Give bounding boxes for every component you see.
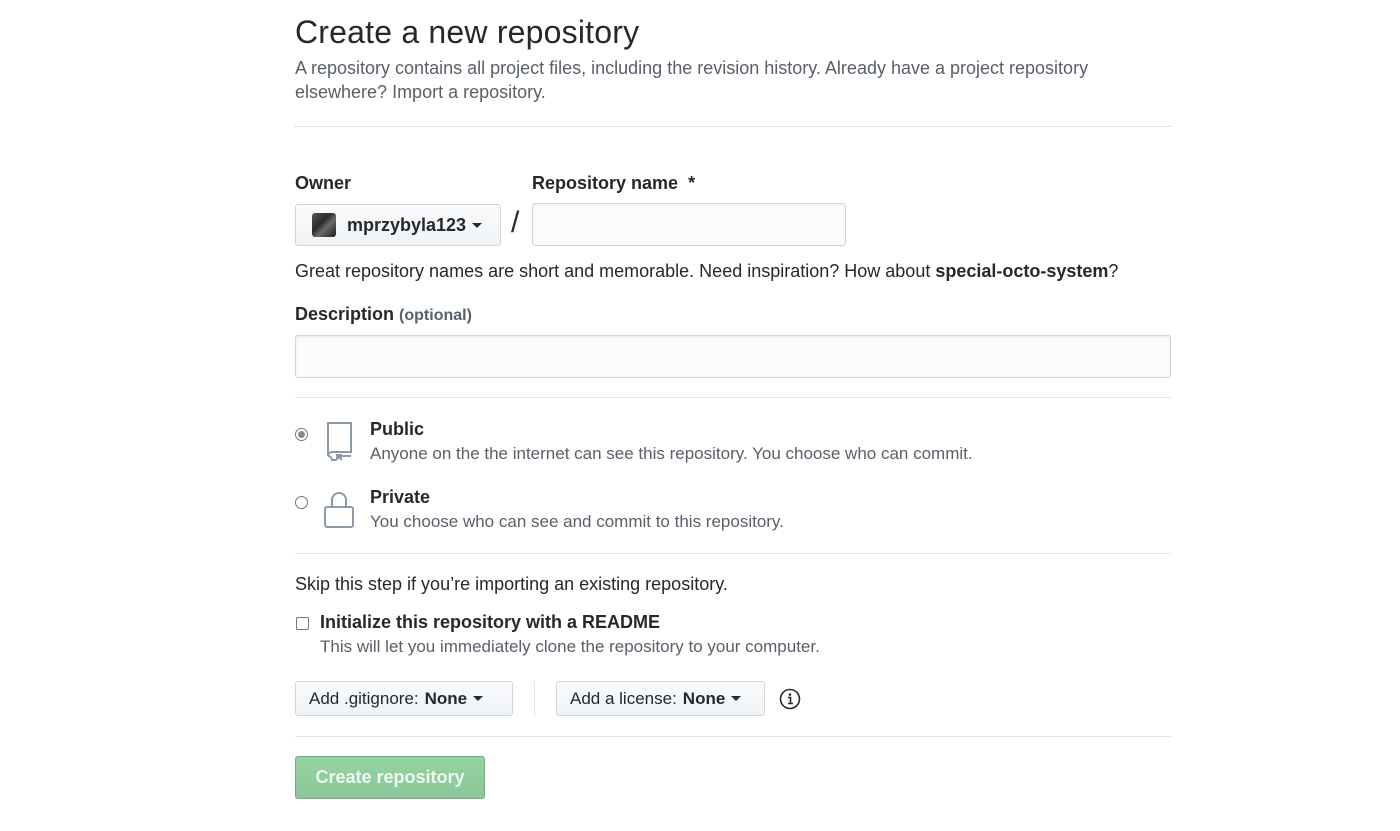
public-title: Public [370,419,425,439]
gitignore-select-button[interactable]: Add .gitignore: None [295,681,513,716]
optional-tag: (optional) [399,307,472,324]
description-line-1: A repository contains all project files,… [295,58,1089,78]
description-label-text: Description [295,304,395,324]
visibility-option-public[interactable]: Public Anyone on the the internet can se… [295,418,1171,478]
repo-book-icon [323,420,355,467]
lock-icon [323,488,355,535]
avatar [312,213,336,237]
create-repository-button[interactable]: Create repository [295,756,485,799]
visibility-divider-top [295,397,1171,398]
chevron-down-icon [731,696,742,701]
readme-title[interactable]: Initialize this repository with a README [320,612,660,633]
repo-name-label: Repository name * [532,173,695,194]
header-divider [295,126,1171,127]
license-select-button[interactable]: Add a license: None [556,681,765,716]
gitignore-value: None [424,688,468,708]
hint-suffix: ? [1108,261,1119,281]
description-line-2: elsewhere? [295,82,393,102]
hint-prefix: Great repository names are short and mem… [295,261,936,281]
info-icon[interactable] [779,688,801,715]
description-input[interactable] [295,335,1171,378]
visibility-divider-bottom [295,553,1171,554]
description-label: Description (optional) [295,304,472,325]
suggested-name-link[interactable]: special-octo-system [935,261,1108,281]
repo-name-input[interactable] [532,203,846,246]
license-label: Add a license: [570,688,677,708]
visibility-option-private[interactable]: Private You choose who can see and commi… [295,486,1171,546]
readme-note: This will let you immediately clone the … [320,637,820,656]
owner-name: mprzybyla123 [347,214,467,235]
page-description: A repository contains all project files,… [295,56,1171,104]
private-note: You choose who can see and commit to thi… [370,512,784,531]
chevron-down-icon [472,222,483,228]
page-title: Create a new repository [295,14,640,50]
select-separator [534,681,535,716]
private-radio[interactable] [295,496,308,509]
owner-select-button[interactable]: mprzybyla123 [295,204,501,246]
owner-repo-separator: / [511,206,520,239]
readme-checkbox[interactable] [296,617,309,630]
public-note: Anyone on the the internet can see this … [370,444,973,463]
private-title: Private [370,487,431,507]
submit-divider [295,736,1171,737]
required-marker: * [688,173,696,193]
repo-name-hint: Great repository names are short and mem… [295,261,1118,282]
gitignore-label: Add .gitignore: [309,688,419,708]
license-value: None [682,688,726,708]
import-repository-link[interactable]: Import a repository. [392,82,546,102]
public-radio[interactable] [295,428,308,441]
owner-label: Owner [295,173,352,193]
repo-name-label-text: Repository name [532,173,679,193]
chevron-down-icon [473,696,484,701]
skip-note: Skip this step if you’re importing an ex… [295,574,728,594]
